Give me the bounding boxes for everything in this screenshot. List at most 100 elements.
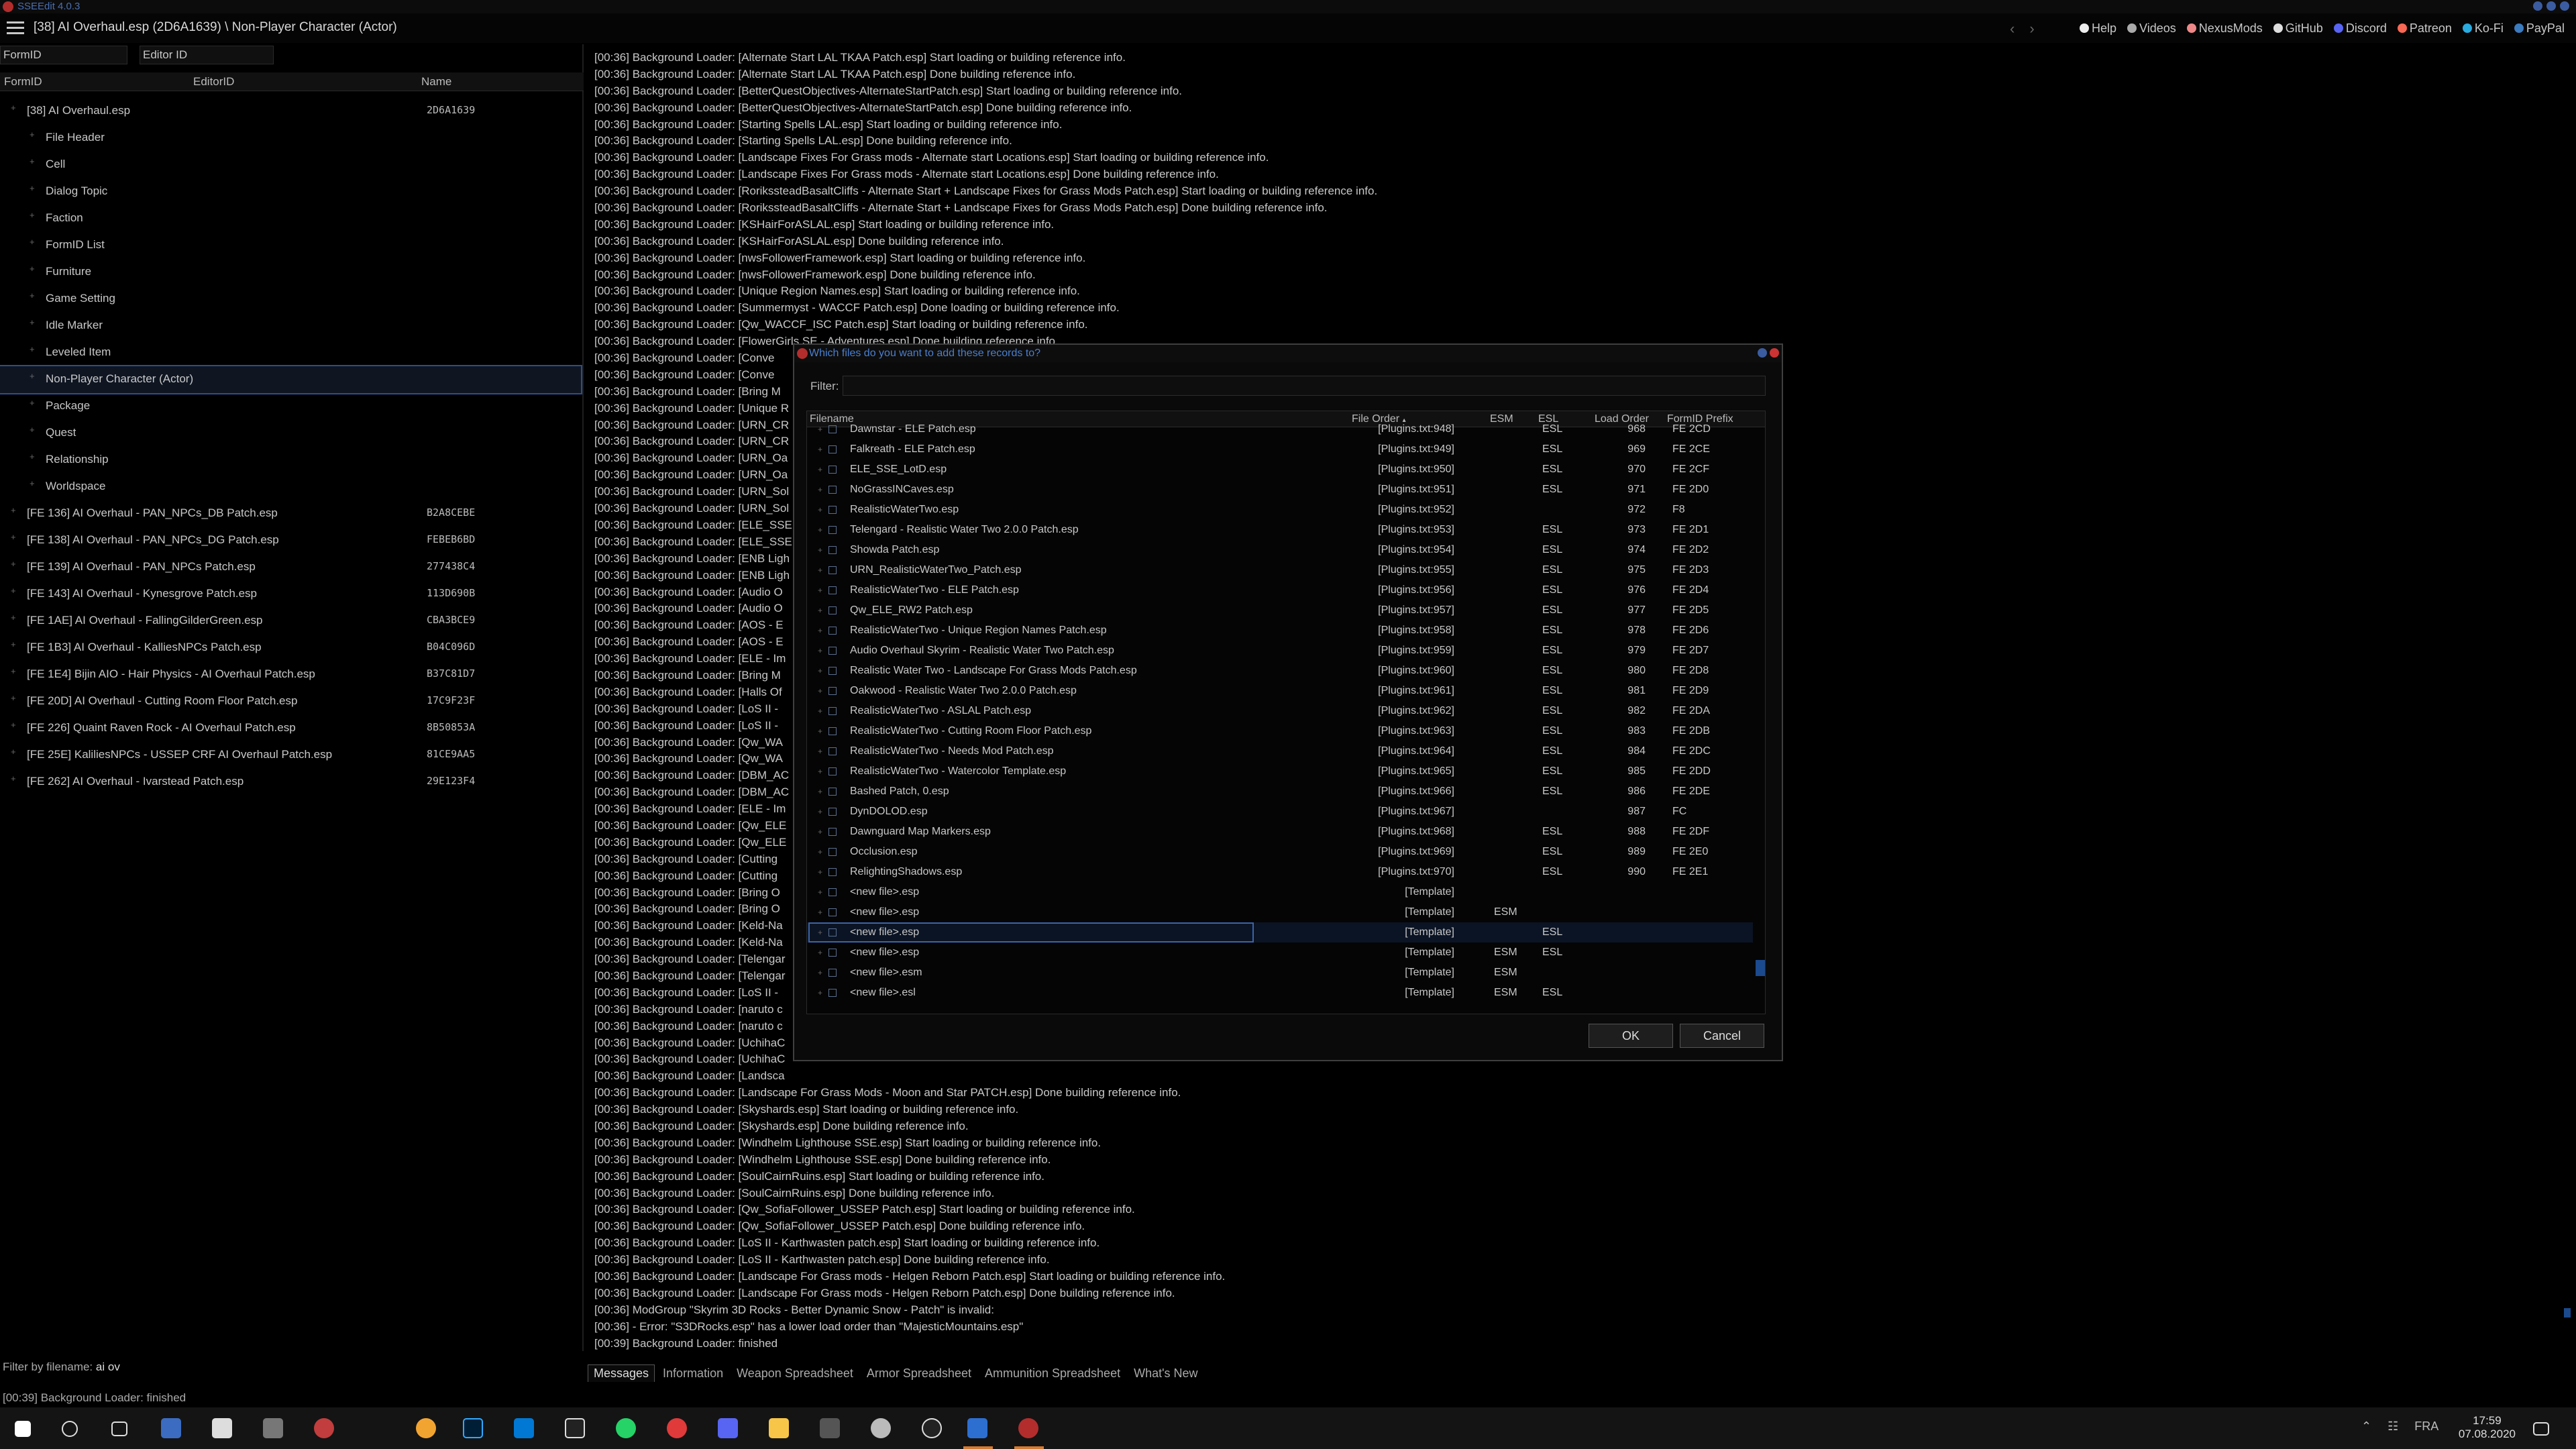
file-checkbox[interactable] (828, 466, 837, 474)
file-checkbox[interactable] (828, 546, 837, 554)
file-checkbox[interactable] (828, 526, 837, 534)
file-checkbox[interactable] (828, 606, 837, 614)
expand-icon[interactable]: + (818, 747, 822, 756)
back-arrow-icon[interactable]: ‹ (2010, 20, 2015, 37)
file-row[interactable]: + <new file>.esp [Template] ESL (807, 922, 1753, 943)
file-checkbox[interactable] (828, 767, 837, 775)
file-checkbox[interactable] (828, 687, 837, 695)
file-row[interactable]: + Occlusion.esp [Plugins.txt:969] ESL 989 FE … (807, 842, 1753, 862)
tree-node[interactable]: + [FE 1E4] Bijin AIO - Hair Physics - AI … (0, 661, 581, 688)
app-icon-1[interactable] (161, 1418, 181, 1438)
file-checkbox[interactable] (828, 425, 837, 433)
expand-icon[interactable]: + (818, 465, 822, 474)
expand-icon[interactable]: + (11, 667, 19, 676)
tree-node[interactable]: + Idle Marker (0, 313, 581, 339)
discord-icon[interactable] (718, 1418, 738, 1438)
link-help[interactable]: Help (2080, 21, 2116, 35)
expand-icon[interactable]: + (818, 908, 822, 917)
expand-icon[interactable]: + (818, 988, 822, 998)
expand-icon[interactable]: + (30, 345, 38, 354)
link-patreon[interactable]: Patreon (2397, 21, 2452, 35)
tree-node[interactable]: + Game Setting (0, 286, 581, 313)
expand-icon[interactable]: + (818, 867, 822, 877)
tree-node[interactable]: + Dialog Topic (0, 178, 581, 205)
file-checkbox[interactable] (828, 486, 837, 494)
expand-icon[interactable]: + (11, 774, 19, 783)
expand-icon[interactable]: + (11, 506, 19, 515)
file-row[interactable]: + Showda Patch.esp [Plugins.txt:954] ESL 974… (807, 540, 1753, 560)
notifications-icon[interactable] (2533, 1422, 2549, 1436)
file-row[interactable]: + <new file>.esp [Template] (807, 882, 1753, 902)
minimize-icon[interactable] (2533, 1, 2542, 11)
expand-icon[interactable]: + (818, 606, 822, 615)
file-checkbox[interactable] (828, 647, 837, 655)
dialog-scrollbar[interactable] (1756, 429, 1765, 1012)
editorid-filter-input[interactable]: Editor ID (140, 46, 274, 64)
file-row[interactable]: + RealisticWaterTwo - Needs Mod Patch.esp… (807, 741, 1753, 761)
task-view-icon[interactable] (111, 1421, 127, 1436)
tab-armor-spreadsheet[interactable]: Armor Spreadsheet (861, 1365, 977, 1382)
file-checkbox[interactable] (828, 969, 837, 977)
windows-start-icon[interactable] (15, 1421, 31, 1437)
file-row[interactable]: + Dawnstar - ELE Patch.esp [Plugins.txt:94… (807, 419, 1753, 439)
file-checkbox[interactable] (828, 627, 837, 635)
expand-icon[interactable]: + (818, 706, 822, 716)
tree-node[interactable]: + Non-Player Character (Actor) (0, 365, 582, 394)
link-github[interactable]: GitHub (2273, 21, 2323, 35)
app-icon-3[interactable] (263, 1418, 283, 1438)
file-checkbox[interactable] (828, 828, 837, 836)
maximize-icon[interactable] (2546, 1, 2556, 11)
expand-icon[interactable]: + (11, 720, 19, 729)
hamburger-menu-icon[interactable] (7, 21, 24, 35)
expand-icon[interactable]: + (818, 626, 822, 635)
app-icon-6[interactable] (667, 1418, 687, 1438)
file-row[interactable]: + NoGrassINCaves.esp [Plugins.txt:951] ESL 9… (807, 480, 1753, 500)
clock[interactable]: 17:59 07.08.2020 (2459, 1414, 2516, 1441)
expand-icon[interactable]: + (30, 264, 38, 273)
tree-node[interactable]: + FormID List (0, 232, 581, 259)
tree-node[interactable]: + [FE 262] AI Overhaul - Ivarstead Patch.… (0, 769, 581, 796)
col-formid[interactable]: FormID (4, 75, 42, 89)
scroll-thumb[interactable] (2564, 1308, 2571, 1318)
expand-icon[interactable]: + (818, 948, 822, 957)
tree-node[interactable]: + [38] AI Overhaul.esp 2D6A1639 (0, 98, 581, 125)
app-icon-8[interactable] (871, 1418, 891, 1438)
file-row[interactable]: + ELE_SSE_LotD.esp [Plugins.txt:950] ESL 970… (807, 460, 1753, 480)
tree-node[interactable]: + [FE 1B3] AI Overhaul - KalliesNPCs Patc… (0, 635, 581, 661)
expand-icon[interactable]: + (818, 566, 822, 575)
expand-icon[interactable]: + (30, 479, 38, 488)
close-icon[interactable] (2560, 1, 2569, 11)
expand-icon[interactable]: + (30, 211, 38, 219)
expand-icon[interactable]: + (818, 888, 822, 897)
expand-icon[interactable]: + (818, 787, 822, 796)
file-checkbox[interactable] (828, 506, 837, 514)
expand-icon[interactable]: + (30, 452, 38, 461)
tree-node[interactable]: + Worldspace (0, 474, 581, 500)
expand-icon[interactable]: + (11, 103, 19, 112)
expand-icon[interactable]: + (818, 646, 822, 655)
expand-icon[interactable]: + (818, 666, 822, 676)
file-row[interactable]: + URN_RealisticWaterTwo_Patch.esp [Plugins… (807, 560, 1753, 580)
file-checkbox[interactable] (828, 949, 837, 957)
expand-icon[interactable]: + (818, 425, 822, 434)
file-row[interactable]: + <new file>.esm [Template] ESM (807, 963, 1753, 983)
app-icon-7[interactable] (820, 1418, 840, 1438)
expand-icon[interactable]: + (11, 640, 19, 649)
file-checkbox[interactable] (828, 868, 837, 876)
expand-icon[interactable]: + (818, 727, 822, 736)
log-scrollbar[interactable] (2563, 47, 2572, 1348)
expand-icon[interactable]: + (818, 847, 822, 857)
chevron-up-icon[interactable]: ⌃ (2361, 1419, 2371, 1433)
tree-node[interactable]: + [FE 1AE] AI Overhaul - FallingGilderGre… (0, 608, 581, 635)
expand-icon[interactable]: + (11, 694, 19, 702)
file-checkbox[interactable] (828, 848, 837, 856)
file-row[interactable]: + Bashed Patch, 0.esp [Plugins.txt:966] ESL… (807, 782, 1753, 802)
file-row[interactable]: + RelightingShadows.esp [Plugins.txt:970] E… (807, 862, 1753, 882)
file-checkbox[interactable] (828, 586, 837, 594)
expand-icon[interactable]: + (11, 533, 19, 541)
expand-icon[interactable]: + (30, 372, 38, 380)
tree-node[interactable]: + Furniture (0, 259, 581, 286)
tree-node[interactable]: + Quest (0, 420, 581, 447)
file-row[interactable]: + RealisticWaterTwo - ELE Patch.esp [Plugi… (807, 580, 1753, 600)
tree-node[interactable]: + Leveled Item (0, 339, 581, 366)
